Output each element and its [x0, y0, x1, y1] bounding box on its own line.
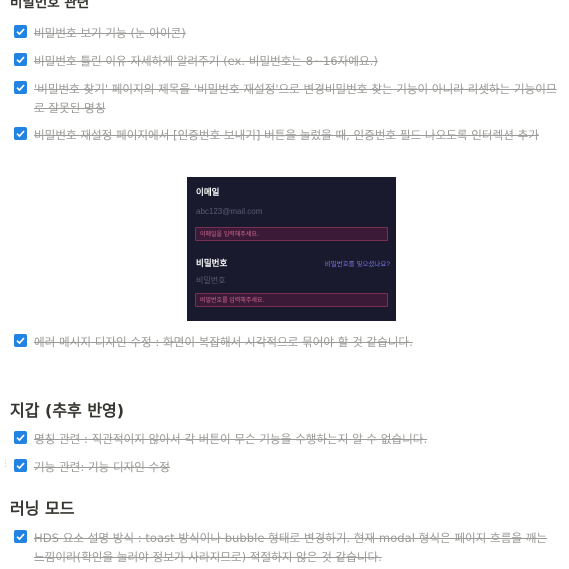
todo-text[interactable]: 명칭 관련 : 직관적이지 않아서 각 버튼이 무슨 기능을 수행하는지 알 수… [34, 430, 559, 449]
todo-item: 비밀번호 보기 기능 (눈 아이콘) [14, 24, 559, 43]
todo-item: '비밀번호 찾기' 페이지의 제목을 '비밀번호 재설정'으로 변경비밀번호 찾… [14, 80, 559, 118]
forgot-password-link: 비밀번호를 잊으셨나요? [324, 261, 390, 268]
checkbox-checked[interactable] [14, 459, 27, 472]
checkmark-icon [16, 130, 25, 138]
section-heading-learning: 러닝 모드 [10, 499, 75, 518]
section-heading-password: 비밀번호 관련 [10, 0, 90, 11]
checkmark-icon [16, 56, 25, 64]
checkbox-checked[interactable] [14, 81, 27, 94]
todo-text[interactable]: 비밀번호 틀린 이유 자세하게 알려주기 (ex. 비밀번호는 8~16자예요.… [34, 52, 559, 71]
todo-item: HDS 요소 설명 방식 : toast 방식이나 bubble 형태로 변경하… [14, 529, 559, 567]
checkbox-checked[interactable] [14, 25, 27, 38]
checkmark-icon [16, 434, 25, 442]
email-value: abc123@mail.com [196, 207, 263, 216]
checkbox-checked[interactable] [14, 431, 27, 444]
checkbox-checked[interactable] [14, 530, 27, 543]
checkmark-icon [16, 28, 25, 36]
checkmark-icon [16, 462, 25, 470]
section-heading-wallet: 지갑 (추후 반영) [10, 401, 125, 420]
password-error-message: 비밀번호를 입력해주세요. [195, 293, 388, 307]
password-label: 비밀번호 [196, 258, 228, 268]
email-error-message: 이메일을 입력해주세요. [195, 227, 388, 241]
todo-text[interactable]: 비밀번호 재설정 페이지에서 [인증번호 보내기] 버튼을 눌렀을 때, 인증번… [34, 126, 559, 145]
todo-text[interactable]: HDS 요소 설명 방식 : toast 방식이나 bubble 형태로 변경하… [34, 529, 559, 567]
checkbox-checked[interactable] [14, 53, 27, 66]
checkbox-checked[interactable] [14, 334, 27, 347]
todo-text[interactable]: 에러 메시지 디자인 수정 : 화면이 복잡해서 시각적으로 묶어야 할 것 같… [34, 333, 559, 352]
drag-handle-icon[interactable]: ⋮ [1, 459, 10, 469]
email-label: 이메일 [196, 187, 220, 197]
checkmark-icon [16, 84, 25, 92]
todo-item: 비밀번호 틀린 이유 자세하게 알려주기 (ex. 비밀번호는 8~16자예요.… [14, 52, 559, 71]
todo-text[interactable]: '비밀번호 찾기' 페이지의 제목을 '비밀번호 재설정'으로 변경비밀번호 찾… [34, 80, 559, 118]
todo-text[interactable]: 비밀번호 보기 기능 (눈 아이콘) [34, 24, 559, 43]
todo-text[interactable]: 기능 관련: 기능 디자인 수정 [34, 458, 559, 477]
todo-item: 기능 관련: 기능 디자인 수정 [14, 458, 559, 477]
checkmark-icon [16, 533, 25, 541]
password-placeholder: 비밀번호 [196, 276, 226, 285]
embedded-screenshot: 이메일 abc123@mail.com 이메일을 입력해주세요. 비밀번호 비밀… [187, 177, 396, 321]
todo-item: 명칭 관련 : 직관적이지 않아서 각 버튼이 무슨 기능을 수행하는지 알 수… [14, 430, 559, 449]
todo-item: 비밀번호 재설정 페이지에서 [인증번호 보내기] 버튼을 눌렀을 때, 인증번… [14, 126, 559, 145]
todo-item: 에러 메시지 디자인 수정 : 화면이 복잡해서 시각적으로 묶어야 할 것 같… [14, 333, 559, 352]
checkmark-icon [16, 337, 25, 345]
checkbox-checked[interactable] [14, 127, 27, 140]
